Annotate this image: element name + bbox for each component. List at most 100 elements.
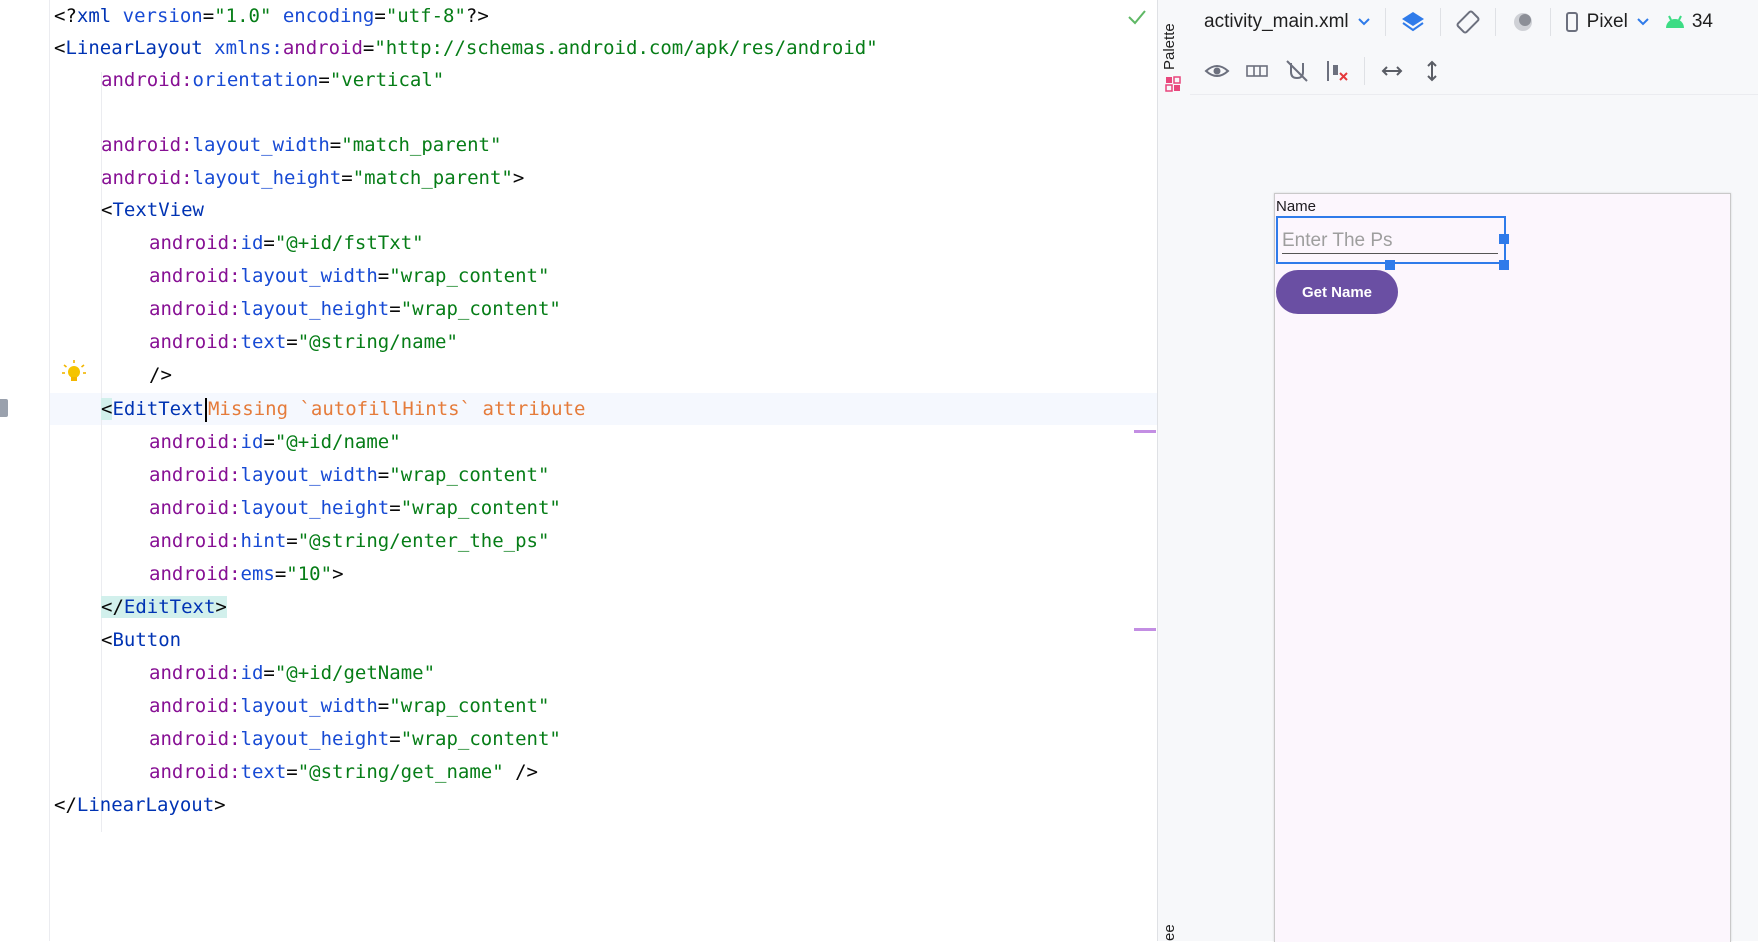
code-token: "wrap_content" <box>400 728 561 750</box>
code-token: layout_height <box>240 728 390 750</box>
code-token: "@string/enter_the_ps" <box>297 530 550 552</box>
component-tree-tab[interactable]: ee <box>1161 924 1178 941</box>
code-token: version <box>122 5 203 27</box>
code-token: = <box>341 167 353 189</box>
code-line-3[interactable]: android:orientation="vertical" <box>101 64 444 96</box>
autoconnect-button[interactable] <box>1284 58 1310 84</box>
expand-vertical-button[interactable] <box>1419 58 1445 84</box>
code-token: "wrap_content" <box>389 464 550 486</box>
code-token: android: <box>101 134 193 156</box>
expand-horizontal-button[interactable] <box>1379 58 1405 84</box>
night-mode-button[interactable] <box>1510 9 1536 35</box>
code-token: android: <box>149 431 241 453</box>
preview-edittext-selected[interactable]: Enter The Ps <box>1276 216 1506 264</box>
code-token: android: <box>149 662 241 684</box>
code-line-18[interactable]: android:ems="10"> <box>149 558 344 590</box>
code-line-17[interactable]: android:hint="@string/enter_the_ps" <box>149 525 549 557</box>
magnet-off-icon <box>1286 60 1308 82</box>
code-token: "wrap_content" <box>400 497 561 519</box>
code-token: "http://schemas.android.com/apk/res/andr… <box>374 37 878 59</box>
code-line-22[interactable]: android:layout_width="wrap_content" <box>149 690 549 722</box>
code-line-19[interactable]: </EditText> <box>101 591 227 623</box>
code-token: id <box>240 232 264 254</box>
code-token: /> <box>149 364 172 386</box>
api-level: 34 <box>1691 11 1713 32</box>
code-token: > <box>332 563 344 585</box>
code-line-5[interactable]: android:layout_width="match_parent" <box>101 129 501 161</box>
code-token: = <box>286 530 298 552</box>
file-selector[interactable]: activity_main.xml <box>1204 11 1371 33</box>
code-line-15[interactable]: android:layout_width="wrap_content" <box>149 459 549 491</box>
code-token: < <box>101 199 113 221</box>
code-token: android: <box>149 298 241 320</box>
code-line-25[interactable]: </LinearLayout> <box>54 789 226 821</box>
design-surface-button[interactable] <box>1400 9 1426 35</box>
code-token: "@+id/name" <box>274 431 401 453</box>
code-token: android: <box>149 464 241 486</box>
api-level-selector[interactable]: 34 <box>1664 11 1713 33</box>
code-line-1[interactable]: <?xml version="1.0" encoding="utf-8"?> <box>54 0 489 32</box>
code-token: < <box>101 629 113 651</box>
code-token: = <box>263 232 275 254</box>
resize-handle-right[interactable] <box>1499 234 1509 244</box>
code-token: android: <box>101 69 193 91</box>
code-token: "wrap_content" <box>389 265 550 287</box>
code-token: android: <box>149 497 241 519</box>
clear-constraints-button[interactable] <box>1324 58 1350 84</box>
guidelines-button[interactable] <box>1244 58 1270 84</box>
code-line-9[interactable]: android:layout_width="wrap_content" <box>149 260 549 292</box>
code-line-16[interactable]: android:layout_height="wrap_content" <box>149 492 561 524</box>
code-line-23[interactable]: android:layout_height="wrap_content" <box>149 723 561 755</box>
code-line-6[interactable]: android:layout_height="match_parent"> <box>101 162 524 194</box>
code-token: = <box>286 761 298 783</box>
resize-handle-corner[interactable] <box>1499 260 1509 270</box>
code-token: android: <box>149 331 241 353</box>
code-token: android: <box>149 695 241 717</box>
code-token: android <box>282 37 363 59</box>
code-line-13[interactable]: <EditText Missing `autofillHints` attribu… <box>101 393 585 425</box>
android-icon <box>1665 15 1684 28</box>
toolbar-separator <box>1494 8 1496 36</box>
code-token: = <box>263 431 275 453</box>
inlay-warning-hint[interactable]: Missing `autofillHints` attribute <box>208 398 586 420</box>
code-token: layout_height <box>240 497 390 519</box>
code-line-21[interactable]: android:id="@+id/getName" <box>149 657 435 689</box>
vertical-arrows-icon <box>1427 60 1437 82</box>
code-token: = <box>389 728 401 750</box>
view-options-button[interactable] <box>1204 58 1230 84</box>
code-token: < <box>101 398 113 420</box>
code-line-14[interactable]: android:id="@+id/name" <box>149 426 401 458</box>
inspection-ok-check-icon[interactable] <box>1126 6 1148 28</box>
design-view-toolbar <box>1190 48 1758 95</box>
error-stripe-marker[interactable] <box>1134 628 1156 631</box>
code-line-12[interactable]: /> <box>149 359 172 391</box>
code-line-8[interactable]: android:id="@+id/fstTxt" <box>149 227 424 259</box>
code-token: ?> <box>465 5 489 27</box>
device-selector[interactable]: Pixel <box>1565 11 1650 33</box>
palette-tab[interactable]: Palette <box>1161 23 1178 70</box>
resize-handle-bottom[interactable] <box>1385 260 1395 270</box>
code-line-10[interactable]: android:layout_height="wrap_content" <box>149 293 561 325</box>
code-token: LinearLayout <box>65 37 203 59</box>
palette-icon[interactable] <box>1165 76 1181 92</box>
side-tool-strip <box>1157 0 1191 941</box>
lightbulb-icon[interactable] <box>61 359 87 385</box>
code-line-7[interactable]: <TextView <box>101 194 204 226</box>
code-line-24[interactable]: android:text="@string/get_name" /> <box>149 756 538 788</box>
code-line-2[interactable]: <LinearLayout xmlns:android="http://sche… <box>54 32 878 64</box>
orientation-button[interactable] <box>1455 9 1481 35</box>
preview-edittext-hint: Enter The Ps <box>1282 230 1393 251</box>
toolbar-separator <box>1549 8 1551 36</box>
code-line-11[interactable]: android:text="@string/name" <box>149 326 458 358</box>
code-token: "@string/name" <box>297 331 458 353</box>
code-token: ems <box>240 563 275 585</box>
error-stripe-marker[interactable] <box>1134 430 1156 433</box>
code-token: layout_width <box>240 265 378 287</box>
code-token: "10" <box>286 563 333 585</box>
preview-get-name-button[interactable]: Get Name <box>1276 270 1398 314</box>
code-token: < <box>54 37 66 59</box>
code-line-20[interactable]: <Button <box>101 624 181 656</box>
code-editor[interactable]: <?xml version="1.0" encoding="utf-8"?> <… <box>0 0 1157 941</box>
preview-name-textview[interactable]: Name <box>1276 198 1316 215</box>
